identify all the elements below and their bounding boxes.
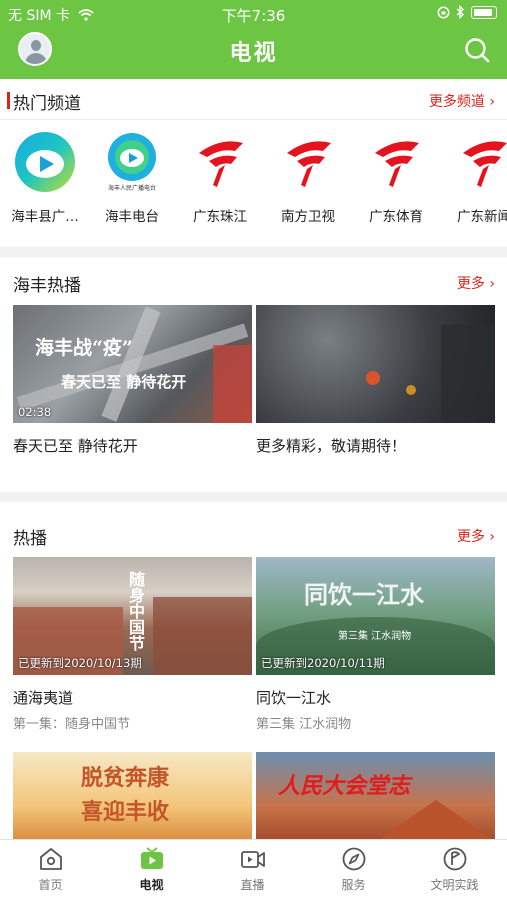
chevron-right-icon: › — [489, 94, 495, 110]
update-badge: 已更新到2020/10/11期 — [261, 656, 385, 670]
nav-bar: 电视 — [0, 26, 507, 74]
update-badge: 已更新到2020/10/13期 — [18, 656, 142, 670]
chevron-right-icon: › — [489, 276, 495, 292]
gdtv-logo — [453, 131, 507, 193]
search-icon[interactable] — [463, 36, 491, 64]
gdtv-logo — [277, 131, 339, 193]
top-bar: 无 SIM 卡 下午7:36 电视 — [0, 0, 507, 79]
tab-live[interactable]: 直播 — [202, 846, 303, 893]
gdtv-logo — [189, 131, 251, 193]
section-title-haifeng-hot: 海丰热播 — [13, 276, 81, 296]
more-link[interactable]: 更多 › — [457, 526, 495, 546]
video-title[interactable]: 春天已至 静待花开 — [13, 435, 138, 456]
channel-item-gd-zhujiang[interactable]: 广东珠江 — [176, 131, 264, 225]
flag-icon — [443, 847, 466, 871]
tab-civilization-practice[interactable]: 文明实践 — [404, 846, 505, 893]
tab-home[interactable]: 首页 — [0, 846, 101, 893]
channel-item-southern-tv[interactable]: 南方卫视 — [264, 131, 352, 225]
haifeng-county-logo — [14, 131, 76, 193]
channel-item-gd-news[interactable]: 广东新闻 — [440, 131, 507, 225]
status-time: 下午7:36 — [221, 7, 286, 25]
channel-list: 海丰县广… 海丰人民广播电台 海丰电台 广东珠江 南方卫视 广东体育 广东新闻 — [0, 131, 507, 251]
compass-icon — [342, 847, 365, 871]
haifeng-radio-logo: 海丰人民广播电台 — [101, 131, 163, 193]
status-bar: 无 SIM 卡 下午7:36 — [0, 0, 507, 26]
video-title[interactable]: 同饮一江水 — [256, 687, 331, 708]
hot-section: 热播 更多 › 随身中国节 已更新到2020/10/13期 同饮一江水 第三集 … — [0, 502, 507, 842]
video-thumbnail[interactable]: 脱贫奔康 喜迎丰收 — [13, 752, 252, 842]
battery-icon — [471, 5, 497, 19]
haifeng-hot-section: 海丰热播 更多 › 海丰战“疫” 春天已至 静待花开 02:38 春天已至 静待… — [0, 257, 507, 492]
video-thumbnail[interactable]: 人民大会堂志 — [256, 752, 495, 842]
tv-icon — [140, 847, 163, 869]
tab-service[interactable]: 服务 — [303, 846, 404, 893]
hot-channels-section: 热门频道 更多频道 › 海丰县广… 海丰人民广播电台 海丰电台 广东珠江 南方卫… — [0, 79, 507, 247]
video-subtitle: 第一集：随身中国节 — [13, 717, 131, 732]
video-thumbnail[interactable] — [256, 305, 495, 423]
video-title[interactable]: 通海夷道 — [13, 687, 73, 708]
bluetooth-icon — [456, 5, 465, 19]
video-title[interactable]: 更多精彩，敬请期待！ — [256, 435, 406, 456]
video-subtitle: 第三集 江水润物 — [256, 717, 352, 732]
tab-bar: 首页 电视 直播 服务 文明实践 — [0, 839, 507, 900]
channel-item-haifeng-county[interactable]: 海丰县广… — [1, 131, 89, 225]
rotation-lock-icon — [437, 6, 450, 18]
video-thumbnail[interactable]: 同饮一江水 第三集 江水润物 已更新到2020/10/11期 — [256, 557, 495, 675]
section-title-hot-channels: 热门频道 — [7, 89, 81, 114]
more-link[interactable]: 更多 › — [457, 273, 495, 293]
chevron-right-icon: › — [489, 529, 495, 545]
section-title-hot: 热播 — [13, 529, 47, 549]
channel-item-haifeng-radio[interactable]: 海丰人民广播电台 海丰电台 — [88, 131, 176, 225]
home-icon — [39, 848, 62, 870]
video-thumbnail[interactable]: 随身中国节 已更新到2020/10/13期 — [13, 557, 252, 675]
gdtv-logo — [365, 131, 427, 193]
more-channels-link[interactable]: 更多频道 › — [429, 91, 495, 111]
tab-tv[interactable]: 电视 — [101, 846, 202, 893]
video-thumbnail[interactable]: 海丰战“疫” 春天已至 静待花开 02:38 — [13, 305, 252, 423]
live-icon — [240, 851, 265, 868]
channel-item-gd-sports[interactable]: 广东体育 — [352, 131, 440, 225]
duration-badge: 02:38 — [18, 405, 52, 419]
page-title: 电视 — [229, 41, 278, 66]
